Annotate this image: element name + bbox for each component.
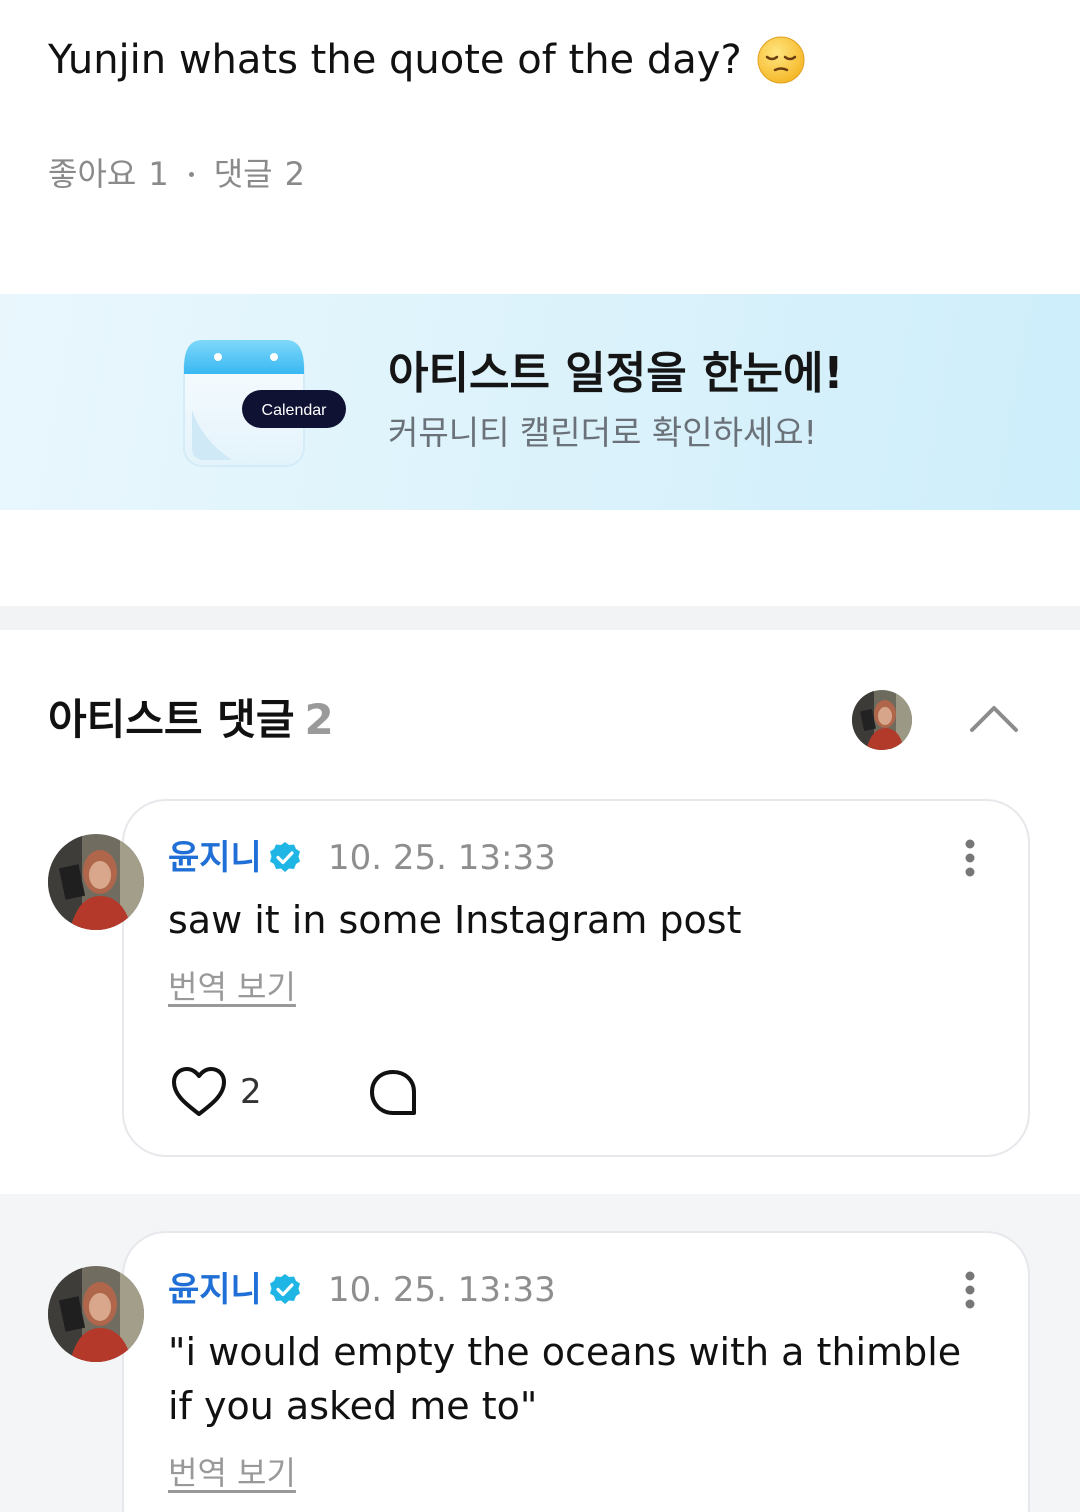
section-divider	[0, 606, 1080, 630]
comment-author-name[interactable]: 윤지니	[168, 836, 262, 880]
banner-title: 아티스트 일정을 한눈에!	[388, 348, 844, 399]
artist-comments-count: 2	[304, 695, 334, 744]
comment-like-count: 2	[240, 1072, 262, 1112]
reply-bubble-icon[interactable]	[368, 1068, 418, 1118]
comment-author-avatar[interactable]	[48, 1266, 144, 1362]
comments-label: 댓글	[213, 155, 273, 193]
chevron-up-icon[interactable]	[966, 700, 1022, 736]
comment-text: saw it in some Instagram post	[168, 898, 742, 942]
artist-avatar[interactable]	[852, 690, 912, 750]
comment-author-name[interactable]: 윤지니	[168, 1268, 262, 1312]
translate-link[interactable]: 번역 보기	[168, 967, 296, 1007]
comments-count: 2	[284, 155, 305, 193]
artist-comments-title: 아티스트 댓글 2	[48, 692, 334, 748]
post-stats: 좋아요 1 댓글 2	[48, 152, 305, 196]
comment-timestamp: 10. 25. 13:33	[328, 838, 556, 878]
banner-subtitle: 커뮤니티 캘린더로 확인하세요!	[388, 413, 817, 452]
post-text: Yunjin whats the quote of the day?	[48, 37, 742, 83]
comment-text: "i would empty the oceans with a thimble…	[168, 1330, 962, 1428]
artist-comments-label: 아티스트 댓글	[48, 695, 295, 744]
more-options-icon[interactable]	[964, 838, 976, 880]
relieved-face-emoji-icon	[757, 36, 805, 84]
likes-stat[interactable]: 좋아요 1	[48, 152, 169, 196]
comments-stat[interactable]: 댓글 2	[214, 152, 305, 196]
more-options-icon[interactable]	[964, 1270, 976, 1312]
calendar-pill-label: Calendar	[261, 402, 327, 419]
heart-icon[interactable]	[170, 1066, 228, 1118]
verified-badge-icon	[270, 1274, 300, 1304]
post-body: Yunjin whats the quote of the day?	[48, 34, 806, 86]
post-page: Yunjin whats the quote of the day? 좋아요 1…	[0, 0, 1080, 1512]
comment-timestamp: 10. 25. 13:33	[328, 1270, 556, 1310]
likes-label: 좋아요	[48, 155, 137, 193]
comment-author-avatar[interactable]	[48, 834, 144, 930]
likes-count: 1	[148, 155, 169, 193]
verified-badge-icon	[270, 842, 300, 872]
separator-dot	[188, 171, 194, 177]
translate-link[interactable]: 번역 보기	[168, 1453, 296, 1493]
